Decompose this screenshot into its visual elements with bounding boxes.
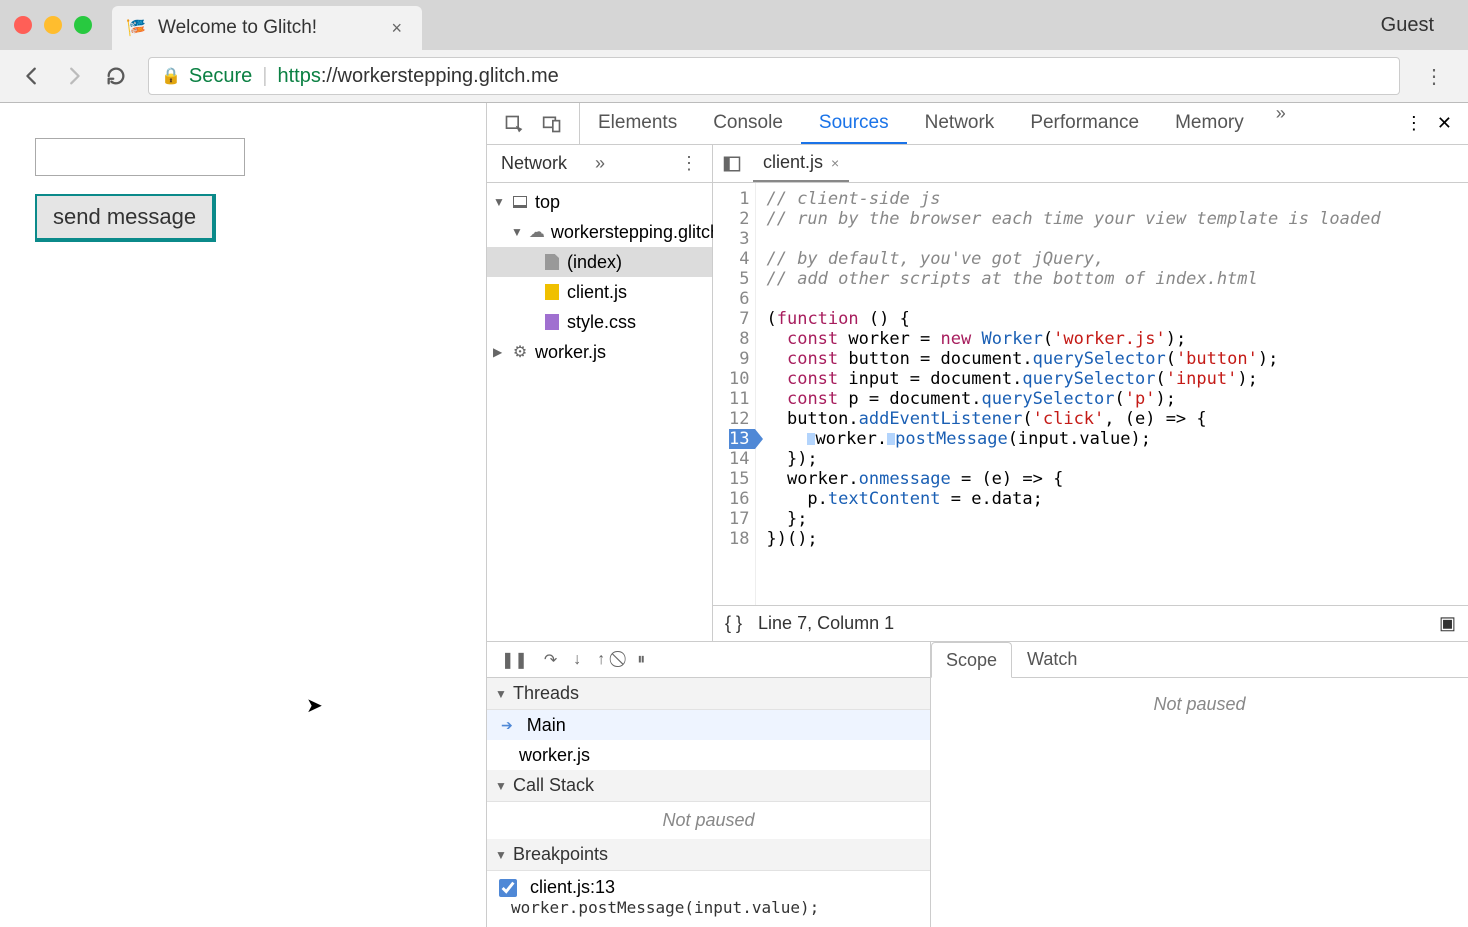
window-close-button[interactable]: [14, 16, 32, 34]
browser-menu-icon[interactable]: ⋮: [1410, 64, 1458, 89]
thread-main-label: Main: [527, 715, 566, 736]
pause-on-exceptions-button[interactable]: ⏸: [637, 651, 645, 669]
callstack-label: Call Stack: [513, 775, 594, 796]
tab-console[interactable]: Console: [695, 103, 801, 144]
editor-status-bar: { } Line 7, Column 1 ▣: [713, 605, 1468, 641]
breakpoints-header[interactable]: ▼Breakpoints: [487, 839, 930, 871]
threads-header[interactable]: ▼Threads: [487, 678, 930, 710]
pretty-print-icon[interactable]: { }: [725, 613, 742, 634]
tree-origin-label: workerstepping.glitch: [551, 222, 720, 243]
browser-tab[interactable]: 🎏 Welcome to Glitch! ×: [112, 6, 422, 50]
lock-icon: 🔒: [161, 66, 181, 86]
tab-memory[interactable]: Memory: [1157, 103, 1262, 144]
reload-button[interactable]: [104, 64, 128, 88]
breakpoints-label: Breakpoints: [513, 844, 608, 865]
editor-tab-clientjs[interactable]: client.js ×: [753, 145, 849, 182]
scope-body: Not paused: [931, 678, 1468, 927]
file-index[interactable]: (index): [487, 247, 712, 277]
gear-icon: ⚙: [511, 343, 529, 361]
document-icon: [545, 254, 559, 270]
tab-favicon: 🎏: [126, 18, 146, 38]
step-over-button[interactable]: ↷: [544, 650, 557, 670]
cloud-icon: ☁: [529, 223, 545, 241]
editor-tab-close-icon[interactable]: ×: [831, 155, 839, 171]
sources-navigator: Network » ⋮ ▼ top ▼☁ workerstepping.glit…: [487, 145, 713, 641]
line-gutter[interactable]: 123456789101112131415161718: [713, 183, 756, 605]
tree-origin[interactable]: ▼☁ workerstepping.glitch: [487, 217, 712, 247]
profile-label[interactable]: Guest: [1381, 14, 1454, 37]
pause-button[interactable]: ❚❚: [501, 650, 528, 670]
window-titlebar: 🎏 Welcome to Glitch! × Guest: [0, 0, 1468, 50]
cursor-position: Line 7, Column 1: [758, 613, 894, 634]
step-into-button[interactable]: ↓: [573, 651, 581, 669]
window-controls: [14, 16, 92, 34]
show-console-icon[interactable]: ▣: [1439, 613, 1456, 634]
navigator-overflow-icon[interactable]: »: [581, 153, 619, 174]
inspect-element-icon[interactable]: [503, 113, 525, 135]
tree-top-label: top: [535, 192, 560, 213]
address-bar: 🔒 Secure | https://workerstepping.glitch…: [0, 50, 1468, 103]
scope-not-paused: Not paused: [1153, 694, 1245, 715]
message-input[interactable]: [35, 138, 245, 176]
callstack-not-paused: Not paused: [487, 802, 930, 839]
tab-performance[interactable]: Performance: [1012, 103, 1157, 144]
breakpoint-checkbox[interactable]: [499, 879, 517, 897]
js-file-icon: [545, 284, 559, 300]
debugger-controls: ❚❚ ↷ ↓ ↑ ⃠ ⏸: [487, 642, 930, 678]
tab-elements[interactable]: Elements: [580, 103, 695, 144]
editor-tab-label: client.js: [763, 152, 823, 173]
navigator-menu-icon[interactable]: ⋮: [666, 153, 712, 174]
window-zoom-button[interactable]: [74, 16, 92, 34]
thread-worker-label: worker.js: [519, 745, 590, 766]
tabs-overflow-icon[interactable]: »: [1262, 103, 1300, 144]
watch-tab[interactable]: Watch: [1012, 642, 1092, 677]
code-content[interactable]: 123456789101112131415161718 // client-si…: [713, 183, 1468, 605]
file-clientjs-label: client.js: [567, 282, 627, 303]
tree-worker-label: worker.js: [535, 342, 606, 363]
devtools-toolbar: Elements Console Sources Network Perform…: [487, 103, 1468, 145]
frame-icon: [513, 196, 527, 208]
file-stylecss-label: style.css: [567, 312, 636, 333]
file-stylecss[interactable]: style.css: [487, 307, 712, 337]
devtools-panel: Elements Console Sources Network Perform…: [487, 103, 1468, 927]
toggle-navigator-icon[interactable]: [721, 153, 743, 175]
scope-tab[interactable]: Scope: [931, 642, 1012, 678]
devtools-menu-icon[interactable]: ⋮: [1405, 113, 1423, 134]
navigator-network-tab[interactable]: Network: [487, 145, 581, 182]
tab-title: Welcome to Glitch!: [158, 17, 317, 39]
devtools-close-icon[interactable]: ✕: [1437, 113, 1452, 134]
breakpoint-code: worker.postMessage(input.value);: [499, 898, 918, 917]
window-minimize-button[interactable]: [44, 16, 62, 34]
send-message-button[interactable]: send message: [35, 194, 216, 242]
secure-label: Secure: [189, 65, 252, 88]
tab-network[interactable]: Network: [907, 103, 1013, 144]
threads-label: Threads: [513, 683, 579, 704]
back-button[interactable]: [20, 64, 44, 88]
breakpoint-file-label: client.js:13: [530, 877, 615, 897]
thread-main[interactable]: Main: [487, 710, 930, 740]
debugger-panel: ❚❚ ↷ ↓ ↑ ⃠ ⏸ ▼Threads Main worker.js: [487, 641, 1468, 927]
omnibox[interactable]: 🔒 Secure | https://workerstepping.glitch…: [148, 57, 1400, 95]
tree-top[interactable]: ▼ top: [487, 187, 712, 217]
source-editor: client.js × 123456789101112131415161718 …: [713, 145, 1468, 641]
file-tree: ▼ top ▼☁ workerstepping.glitch (index) c…: [487, 183, 712, 641]
thread-worker[interactable]: worker.js: [487, 740, 930, 770]
tab-sources[interactable]: Sources: [801, 103, 907, 144]
tree-worker[interactable]: ▶⚙ worker.js: [487, 337, 712, 367]
url-scheme: https: [278, 65, 321, 88]
breakpoint-item[interactable]: client.js:13 worker.postMessage(input.va…: [487, 871, 930, 923]
url-rest: ://workerstepping.glitch.me: [321, 65, 559, 88]
mouse-cursor-icon: ➤: [306, 693, 323, 718]
step-out-button[interactable]: ↑: [597, 651, 605, 669]
callstack-header[interactable]: ▼Call Stack: [487, 770, 930, 802]
page-content: send message ➤: [0, 103, 487, 927]
css-file-icon: [545, 314, 559, 330]
forward-button[interactable]: [62, 64, 86, 88]
file-clientjs[interactable]: client.js: [487, 277, 712, 307]
file-index-label: (index): [567, 252, 622, 273]
tab-close-icon[interactable]: ×: [391, 18, 402, 39]
device-toolbar-icon[interactable]: [541, 113, 563, 135]
